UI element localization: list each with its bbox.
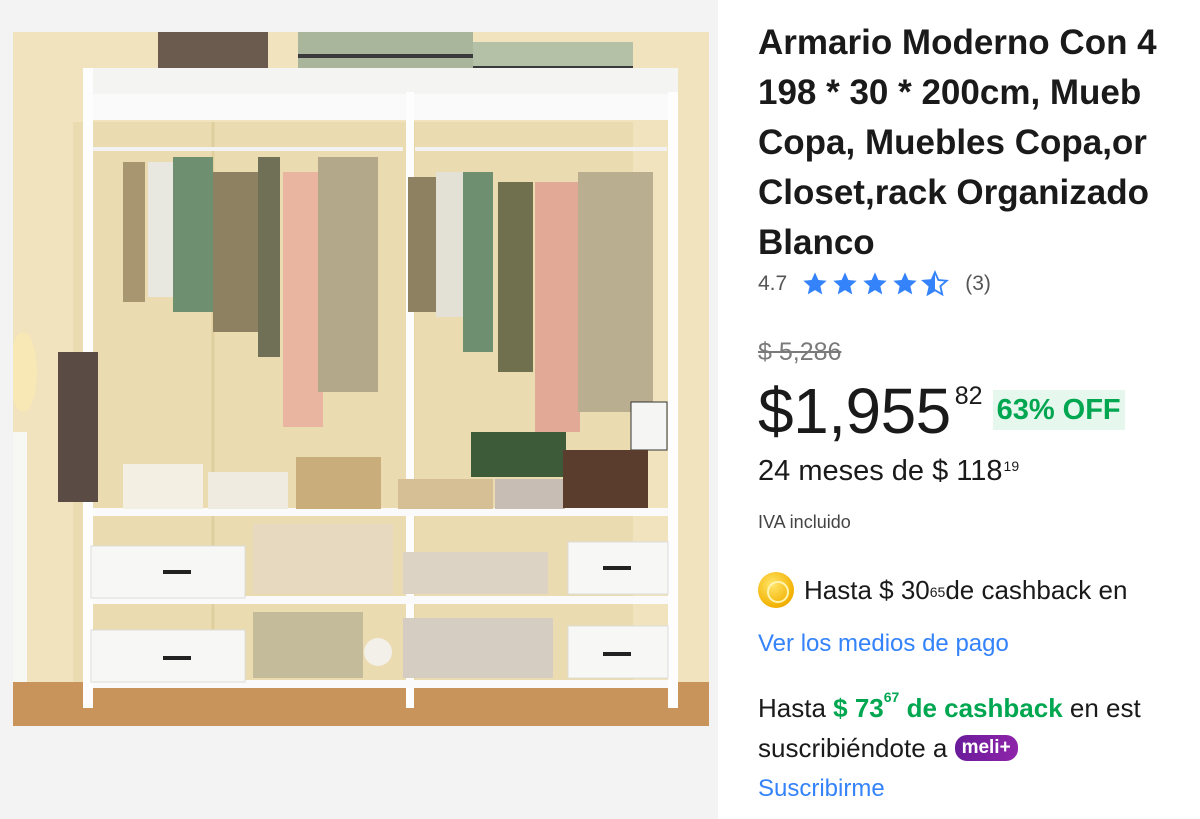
star-icon (833, 272, 857, 295)
title-line: Copa, Muebles Copa,or (758, 123, 1147, 162)
payment-methods-link[interactable]: Ver los medios de pago (758, 630, 1009, 658)
star-icon (893, 272, 917, 295)
title-line: Armario Moderno Con 4 (758, 23, 1157, 62)
meli-cashback-amount: $ 73 (833, 693, 884, 723)
rating-stars (801, 270, 951, 298)
cashback-cents: 65 (929, 584, 946, 600)
title-line: 198 * 30 * 200cm, Mueb (758, 73, 1142, 112)
meli-plus-badge: meli+ (954, 735, 1018, 762)
tax-note: IVA incluido (758, 512, 851, 532)
cashback-offer: Hasta $ 30 65 de cashback en (758, 572, 1127, 608)
image-gallery (0, 0, 718, 819)
subscribe-line: suscribiéndote a meli+ (758, 728, 1141, 768)
cashback-prefix: Hasta $ 30 (804, 574, 930, 605)
coin-icon (758, 572, 794, 608)
title-line: Closet,rack Organizado (758, 173, 1149, 212)
price-amount: $1,955 (758, 375, 951, 447)
review-count: (3) (965, 272, 991, 295)
original-price: $ 5,286 (758, 338, 842, 366)
product-photo[interactable] (13, 32, 709, 726)
rating-summary[interactable]: 4.7 (3) (758, 266, 991, 302)
product-title: Armario Moderno Con 4 198 * 30 * 200cm, … (758, 18, 1200, 268)
star-half-icon (921, 270, 950, 297)
rating-value: 4.7 (758, 272, 788, 295)
installments-text: 24 meses de $ 118 (758, 455, 1003, 487)
price-cents: 82 (954, 382, 983, 410)
meli-cashback-label: de cashback (899, 693, 1063, 723)
cashback-suffix: de cashback en (945, 574, 1128, 605)
meli-cashback-prefix: Hasta (758, 693, 834, 723)
meli-cashback-line: Hasta $ 7367 de cashback en est (758, 688, 1141, 728)
installments-cents: 19 (1003, 458, 1020, 474)
subscribe-text: suscribiéndote a (758, 733, 955, 763)
star-icon (803, 272, 827, 295)
meli-cashback-cents: 67 (883, 689, 900, 705)
star-icon (863, 272, 887, 295)
discount-badge: 63% OFF (992, 390, 1125, 430)
subscribe-link[interactable]: Suscribirme (758, 775, 885, 803)
meli-cashback-suffix: en est (1062, 693, 1141, 723)
current-price: $1,955 82 63% OFF (758, 372, 1125, 450)
product-info-panel: Armario Moderno Con 4 198 * 30 * 200cm, … (718, 0, 1200, 819)
installments: 24 meses de $ 118 19 (758, 455, 1019, 488)
meli-plus-cashback: Hasta $ 7367 de cashback en est suscribi… (758, 688, 1141, 768)
title-line: Blanco (758, 223, 875, 262)
